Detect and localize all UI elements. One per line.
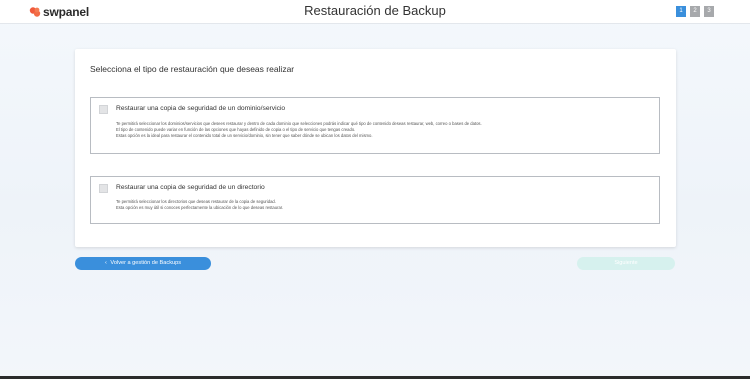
- option-description-line: Estas opción es la ideal para restaurar …: [116, 133, 373, 138]
- option-domain-service-description: Te permitirá seleccionar los dominios/se…: [116, 121, 482, 139]
- option-directory-title: Restaurar una copia de seguridad de un d…: [116, 184, 265, 191]
- back-to-backups-button[interactable]: ‹ Volver a gestión de Backups: [75, 257, 211, 270]
- option-domain-service[interactable]: Restaurar una copia de seguridad de un d…: [90, 97, 660, 154]
- card-title: Selecciona el tipo de restauración que d…: [90, 64, 295, 74]
- back-button-label: Volver a gestión de Backups: [110, 260, 182, 266]
- step-3: 3: [704, 6, 714, 17]
- option-domain-service-title: Restaurar una copia de seguridad de un d…: [116, 105, 286, 112]
- option-description-line: Esta opción es muy útil si conoces perfe…: [116, 205, 284, 210]
- chevron-left-icon: ‹: [104, 260, 107, 266]
- top-bar: swpanel Restauración de Backup 1 2 3: [0, 0, 750, 24]
- option-directory-description: Te permitirá seleccionar los directorios…: [116, 199, 283, 211]
- option-domain-service-checkbox[interactable]: [99, 105, 108, 114]
- step-1: 1: [676, 6, 686, 17]
- option-directory-checkbox[interactable]: [99, 184, 108, 193]
- restore-type-card: Selecciona el tipo de restauración que d…: [75, 49, 676, 247]
- step-indicator: 1 2 3: [676, 6, 714, 17]
- option-directory[interactable]: Restaurar una copia de seguridad de un d…: [90, 176, 660, 224]
- next-button[interactable]: Siguiente: [577, 257, 675, 270]
- page-title: Restauración de Backup: [304, 3, 446, 18]
- step-2: 2: [690, 6, 700, 17]
